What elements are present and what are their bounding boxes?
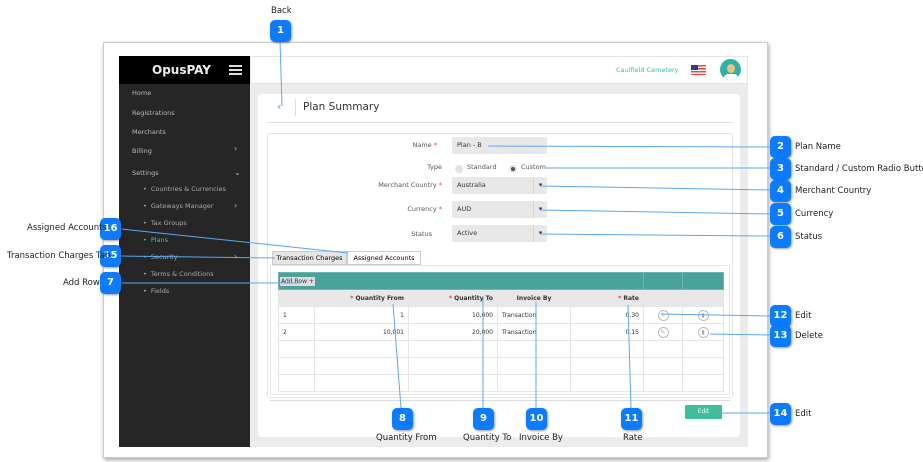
callout-label: Rate (623, 433, 643, 443)
callout-badge: 12 (770, 305, 791, 327)
callout-badge: 14 (770, 403, 791, 425)
callout-label: Assigned Accounts (27, 223, 107, 233)
callout-label: Edit (795, 409, 812, 419)
callout-label: Merchant Country (795, 186, 872, 196)
callout-badge: 1 (270, 20, 291, 42)
callout-badge: 7 (100, 272, 121, 294)
callout-badge: 5 (770, 203, 791, 225)
callout-badge: 4 (770, 180, 791, 202)
callout-badge: 6 (770, 226, 791, 248)
callout-label: Standard / Custom Radio Buttons (795, 164, 923, 174)
callout-label: Quantity To (463, 433, 512, 443)
callout-badge: 9 (473, 408, 494, 430)
callout-badge: 8 (392, 408, 413, 430)
callout-label: Delete (795, 331, 823, 341)
callout-badge: 2 (770, 136, 791, 158)
callout-badge: 3 (770, 158, 791, 180)
callout-badge: 10 (526, 408, 547, 430)
callout-label: Status (795, 232, 823, 242)
callout-label: Add Row (63, 278, 100, 288)
callout-label: Back (271, 6, 292, 16)
callout-label: Edit (795, 311, 812, 321)
callout-badge: 13 (770, 325, 791, 347)
callout-label: Plan Name (795, 142, 841, 152)
callout-label: Quantity From (376, 433, 437, 443)
callout-label: Currency (795, 209, 834, 219)
callout-label: Transaction Charges Tab (7, 251, 111, 261)
callout-label: Invoice By (519, 433, 563, 443)
callout-badge: 11 (621, 408, 642, 430)
